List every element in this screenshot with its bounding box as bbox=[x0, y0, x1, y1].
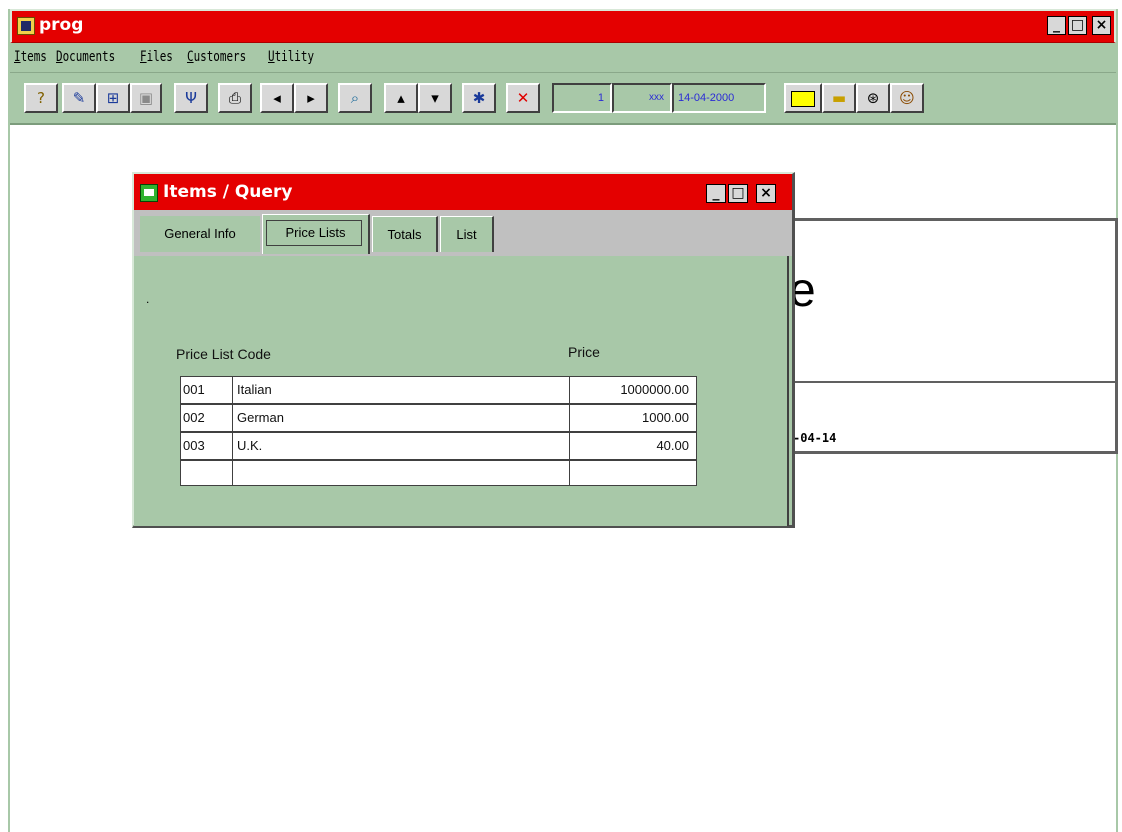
column-header-code: Price List Code bbox=[176, 346, 271, 362]
row-name[interactable]: German bbox=[237, 405, 567, 431]
row-name[interactable]: Italian bbox=[237, 377, 567, 403]
edit-icon[interactable]: ✎ bbox=[62, 83, 96, 113]
minimize-button[interactable]: _ bbox=[1047, 16, 1066, 35]
row-code[interactable] bbox=[183, 461, 231, 485]
zoom-icon[interactable]: ✱ bbox=[462, 83, 496, 113]
tab-totals[interactable]: Totals bbox=[372, 216, 438, 252]
toolbar: ? ✎ ⊞ ▣ Ψ ⎙ ◂ ▸ ⌕ ▴ ▾ ✱ ✕ 1 xxx 14-04-20… bbox=[10, 73, 1116, 125]
app-title: prog bbox=[39, 15, 84, 35]
prev-icon[interactable]: ◂ bbox=[260, 83, 294, 113]
record-number-field[interactable]: 1 bbox=[552, 83, 612, 113]
row-code[interactable]: 001 bbox=[183, 377, 231, 403]
background-form-date: -04-14 bbox=[793, 431, 837, 445]
menu-files[interactable]: Files bbox=[140, 49, 173, 65]
query-titlebar[interactable]: Items / Query _ □ × bbox=[134, 174, 792, 210]
close-button[interactable]: × bbox=[1092, 16, 1111, 35]
new-icon[interactable]: ⊞ bbox=[96, 83, 130, 113]
row-price[interactable] bbox=[573, 461, 689, 485]
row-price[interactable]: 40.00 bbox=[573, 433, 689, 459]
note-icon[interactable] bbox=[784, 83, 822, 113]
table-row[interactable] bbox=[181, 461, 696, 485]
query-title: Items / Query bbox=[163, 182, 293, 202]
filter-icon[interactable]: Ψ bbox=[174, 83, 208, 113]
menu-items[interactable]: Items bbox=[14, 49, 47, 65]
column-divider bbox=[232, 377, 233, 485]
save-icon[interactable]: ▣ bbox=[130, 83, 162, 113]
next-icon[interactable]: ▸ bbox=[294, 83, 328, 113]
find-icon[interactable]: ⌕ bbox=[338, 83, 372, 113]
tab-list[interactable]: List bbox=[440, 216, 494, 252]
row-name[interactable]: U.K. bbox=[237, 433, 567, 459]
table-row[interactable]: 002 German 1000.00 bbox=[181, 405, 696, 433]
first-icon[interactable]: ▴ bbox=[384, 83, 418, 113]
network-icon[interactable]: ⊛ bbox=[856, 83, 890, 113]
delete-icon[interactable]: ✕ bbox=[506, 83, 540, 113]
user-field[interactable]: xxx bbox=[612, 83, 672, 113]
table-row[interactable]: 001 Italian 1000000.00 bbox=[181, 377, 696, 405]
tab-general-info[interactable]: General Info bbox=[140, 216, 260, 252]
panel-note: . bbox=[146, 292, 150, 306]
row-name[interactable] bbox=[237, 461, 567, 485]
row-price[interactable]: 1000.00 bbox=[573, 405, 689, 431]
divider bbox=[785, 381, 1115, 383]
window-icon[interactable] bbox=[140, 184, 158, 202]
menubar: Items Documents Files Customers Utility bbox=[10, 43, 1116, 73]
main-titlebar[interactable]: prog _ □ × bbox=[10, 9, 1116, 43]
row-price[interactable]: 1000000.00 bbox=[573, 377, 689, 403]
folder-icon[interactable]: ▬ bbox=[822, 83, 856, 113]
table-row[interactable]: 003 U.K. 40.00 bbox=[181, 433, 696, 461]
price-list-grid[interactable]: 001 Italian 1000000.00 002 German 1000.0… bbox=[180, 376, 697, 486]
row-code[interactable]: 002 bbox=[183, 405, 231, 431]
maximize-button[interactable]: □ bbox=[1068, 16, 1087, 35]
column-header-price: Price bbox=[568, 344, 600, 360]
column-divider bbox=[569, 377, 570, 485]
menu-utility[interactable]: Utility bbox=[268, 49, 314, 65]
user-icon[interactable]: ☺ bbox=[890, 83, 924, 113]
query-maximize-button[interactable]: □ bbox=[728, 184, 748, 203]
background-form: e -04-14 bbox=[782, 218, 1118, 454]
menu-documents[interactable]: Documents bbox=[56, 49, 115, 65]
query-close-button[interactable]: × bbox=[756, 184, 776, 203]
app-icon[interactable] bbox=[17, 17, 35, 35]
menu-customers[interactable]: Customers bbox=[187, 49, 246, 65]
last-icon[interactable]: ▾ bbox=[418, 83, 452, 113]
date-field[interactable]: 14-04-2000 bbox=[672, 83, 766, 113]
query-minimize-button[interactable]: _ bbox=[706, 184, 726, 203]
row-code[interactable]: 003 bbox=[183, 433, 231, 459]
help-icon[interactable]: ? bbox=[24, 83, 58, 113]
active-tab-focus bbox=[266, 220, 362, 246]
print-icon[interactable]: ⎙ bbox=[218, 83, 252, 113]
